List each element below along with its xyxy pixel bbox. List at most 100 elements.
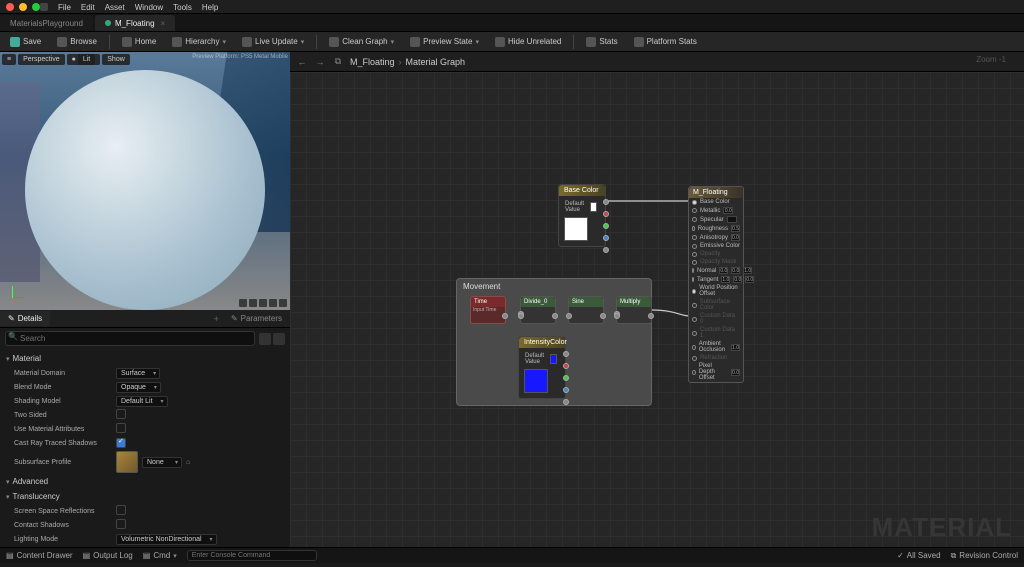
node-multiply[interactable]: Multiply	[616, 296, 652, 324]
output-pin-r[interactable]	[563, 363, 569, 369]
material-graph[interactable]: Base Color Default Value Movement Time I…	[290, 72, 1024, 547]
pin-value[interactable]: 1.0	[731, 344, 740, 351]
platform-stats-button[interactable]: Platform Stats	[630, 35, 701, 49]
pin-value[interactable]: 1.0	[721, 276, 730, 283]
node-intensity-color[interactable]: IntensityColor Default Value	[518, 336, 566, 399]
result-pin[interactable]: Specular	[689, 215, 743, 224]
output-pin-b[interactable]	[563, 387, 569, 393]
pin-value[interactable]	[727, 216, 737, 223]
menu-tools[interactable]: Tools	[173, 3, 192, 12]
crumb-root[interactable]: M_Floating	[350, 57, 395, 67]
input-pin[interactable]	[692, 345, 696, 350]
cube-button[interactable]	[269, 299, 277, 307]
pin-value[interactable]: 0.0	[731, 267, 740, 274]
graph-picker-icon[interactable]: ⧉	[332, 56, 344, 68]
output-pin[interactable]	[603, 199, 609, 205]
browse-button[interactable]: Browse	[53, 35, 101, 49]
subsurface-profile-dropdown[interactable]: None	[142, 457, 182, 468]
output-pin-g[interactable]	[603, 223, 609, 229]
menu-window[interactable]: Window	[135, 3, 163, 12]
save-button[interactable]: Save	[6, 35, 45, 49]
category-translucency[interactable]: Translucency	[4, 489, 286, 504]
close-tab-icon[interactable]: ×	[161, 19, 166, 28]
input-pin[interactable]	[692, 252, 697, 257]
input-pin[interactable]	[692, 268, 694, 273]
add-panel-icon[interactable]: +	[210, 314, 223, 324]
mesh-button[interactable]	[279, 299, 287, 307]
output-pin[interactable]	[600, 313, 606, 319]
node-divide[interactable]: Divide_0	[520, 296, 556, 324]
output-pin-a[interactable]	[563, 399, 569, 405]
sphere-button[interactable]	[249, 299, 257, 307]
output-pin[interactable]	[502, 313, 508, 319]
input-pin[interactable]	[692, 277, 694, 282]
maximize-window-icon[interactable]	[32, 3, 40, 11]
window-controls[interactable]	[6, 3, 40, 11]
output-pin[interactable]	[552, 313, 558, 319]
pin-value[interactable]: 0.0	[719, 267, 728, 274]
result-pin[interactable]: Tangent1.00.00.0	[689, 275, 743, 284]
input-pin[interactable]	[692, 208, 697, 213]
asset-thumb[interactable]	[116, 451, 138, 473]
pin-value[interactable]: 0.0	[733, 276, 742, 283]
two-sided-checkbox[interactable]	[116, 409, 126, 419]
node-sine[interactable]: Sine	[568, 296, 604, 324]
input-pin[interactable]	[692, 200, 697, 205]
cylinder-button[interactable]	[239, 299, 247, 307]
ssr-checkbox[interactable]	[116, 505, 126, 515]
browse-asset-icon[interactable]: ⌂	[186, 459, 190, 466]
viewport-menu-icon[interactable]: ≡	[2, 54, 16, 65]
nav-forward-button[interactable]: →	[314, 56, 326, 68]
pin-value[interactable]: 0.0	[723, 207, 733, 214]
menu-asset[interactable]: Asset	[105, 3, 125, 12]
input-pin[interactable]	[692, 303, 697, 308]
lighting-mode-dropdown[interactable]: Volumetric NonDirectional	[116, 534, 217, 545]
close-window-icon[interactable]	[6, 3, 14, 11]
material-domain-dropdown[interactable]: Surface	[116, 368, 160, 379]
input-pin[interactable]	[692, 317, 697, 322]
input-pin[interactable]	[692, 331, 697, 336]
details-panel[interactable]: Material Material DomainSurface Blend Mo…	[0, 349, 290, 547]
color-swatch[interactable]	[590, 202, 597, 212]
preview-viewport[interactable]: ≡ Perspective ● Lit Show Preview Platfor…	[0, 52, 290, 310]
input-pin[interactable]	[692, 260, 697, 265]
result-pin[interactable]: Refraction	[689, 354, 743, 362]
pin-value[interactable]: 0.5	[731, 225, 740, 232]
result-pin[interactable]: World Position Offset	[689, 284, 743, 298]
pin-value[interactable]: 1.0	[743, 267, 752, 274]
result-pin[interactable]: Roughness0.5	[689, 224, 743, 233]
node-base-color[interactable]: Base Color Default Value	[558, 184, 606, 247]
result-pin[interactable]: Ambient Occlusion1.0	[689, 340, 743, 354]
category-advanced[interactable]: Advanced	[4, 474, 286, 489]
pin-value[interactable]: 0.0	[745, 276, 754, 283]
tab-materials-playground[interactable]: MaterialsPlayground	[0, 15, 93, 31]
settings-icon[interactable]	[273, 333, 285, 345]
tab-details[interactable]: ✎Details	[0, 311, 50, 326]
cmd-button[interactable]: ▤Cmd▾	[143, 551, 177, 560]
output-pin-g[interactable]	[563, 375, 569, 381]
output-pin[interactable]	[563, 351, 569, 357]
stats-button[interactable]: Stats	[582, 35, 621, 49]
show-button[interactable]: Show	[102, 54, 130, 65]
output-log-button[interactable]: ▤Output Log	[83, 551, 133, 560]
preview-state-button[interactable]: Preview State▾	[406, 35, 483, 49]
clean-graph-button[interactable]: Clean Graph▾	[325, 35, 398, 49]
node-time[interactable]: Time Input Time	[470, 296, 506, 324]
input-pin[interactable]	[692, 217, 697, 222]
filter-icon[interactable]	[259, 333, 271, 345]
result-pin[interactable]: Custom Data 0	[689, 312, 743, 326]
minimize-window-icon[interactable]	[19, 3, 27, 11]
revision-control-button[interactable]: ⧉Revision Control	[951, 551, 1018, 561]
input-pin[interactable]	[692, 370, 696, 375]
pin-value[interactable]: 0.0	[731, 369, 740, 376]
result-pin[interactable]: Base Color	[689, 198, 743, 206]
result-pin[interactable]: Normal0.00.01.0	[689, 266, 743, 275]
result-pin[interactable]: Metallic0.0	[689, 206, 743, 215]
content-drawer-button[interactable]: ▤Content Drawer	[6, 551, 73, 560]
input-pin[interactable]	[518, 313, 524, 319]
input-pin[interactable]	[692, 226, 695, 231]
pin-value[interactable]: 0.0	[731, 234, 740, 241]
output-pin-a[interactable]	[603, 247, 609, 253]
input-pin[interactable]	[692, 235, 697, 240]
category-material[interactable]: Material	[4, 351, 286, 366]
